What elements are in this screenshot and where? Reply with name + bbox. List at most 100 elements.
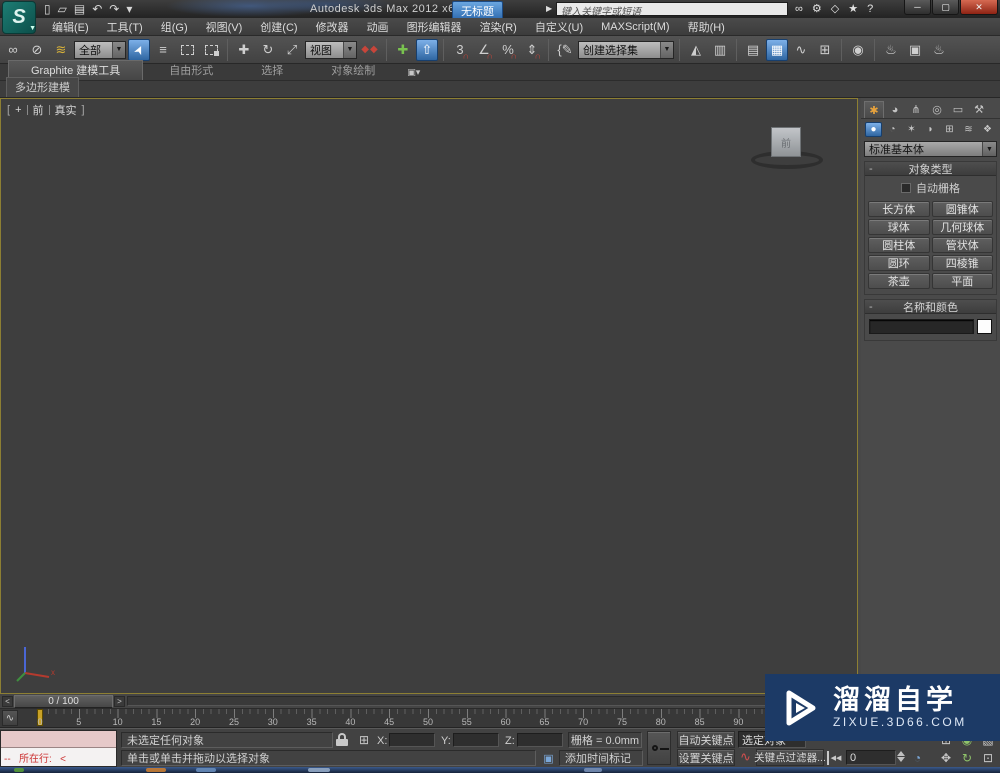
next-frame-button[interactable]: > [114, 696, 125, 707]
primitive-button-几何球体[interactable]: 几何球体 [931, 219, 993, 235]
help-icon[interactable]: ? [867, 3, 873, 15]
menu-item-5[interactable]: 修改器 [308, 18, 357, 36]
auto-key-button[interactable]: 自动关键点 [677, 731, 735, 748]
autogrid-checkbox[interactable] [901, 183, 911, 193]
pan-button[interactable]: ✥ [936, 749, 956, 766]
subtab-systems[interactable]: ❖ [979, 122, 996, 137]
viewport-menu-view[interactable]: 前 [33, 102, 44, 118]
graphite-ribbon-toggle[interactable]: ▦ [766, 38, 788, 61]
subtab-geometry[interactable]: ● [865, 121, 882, 137]
spinner-snap-toggle[interactable]: ⇕ ∩ [521, 39, 543, 61]
name-color-rollout-header[interactable]: - 名称和颜色 [865, 300, 996, 314]
primitive-button-管状体[interactable]: 管状体 [931, 237, 993, 253]
render-production-button[interactable]: ♨ [928, 39, 950, 61]
viewport-menu-shading[interactable]: 真实 [55, 102, 77, 118]
window-crossing-toggle[interactable] [200, 39, 222, 61]
time-configuration-button[interactable]: ◔ [910, 750, 925, 765]
primitive-button-圆环[interactable]: 圆环 [868, 255, 930, 271]
menu-item-0[interactable]: 编辑(E) [44, 18, 97, 36]
keyboard-override-toggle[interactable]: ⇧ [416, 38, 438, 61]
curve-editor-button[interactable]: ∿ [790, 39, 812, 61]
subtab-cameras[interactable]: ◗ [922, 122, 939, 137]
render-setup-button[interactable]: ♨ [880, 39, 902, 61]
align-button[interactable]: ▥ [709, 39, 731, 61]
tab-utilities[interactable]: ⚒ [969, 101, 989, 118]
tab-display[interactable]: ▭ [948, 101, 968, 118]
save-file-button[interactable]: ▤ [74, 2, 85, 16]
percent-snap-toggle[interactable]: % ∩ [497, 39, 519, 61]
mirror-button[interactable]: ◭ [685, 39, 707, 61]
primitive-button-圆柱体[interactable]: 圆柱体 [868, 237, 930, 253]
favorites-star-icon[interactable]: ★ [848, 2, 858, 15]
max-logo-button[interactable]: S ▼ [2, 1, 36, 34]
primitive-button-茶壶[interactable]: 茶壶 [868, 273, 930, 289]
viewport-front[interactable]: [ + 前 真实 ] 前 x [0, 98, 858, 694]
angle-snap-toggle[interactable]: ∠ ∩ [473, 39, 495, 61]
z-coordinate-field[interactable] [517, 733, 563, 747]
new-file-button[interactable]: ▯ [44, 2, 51, 16]
use-pivot-point-center-button[interactable]: ◆◆ [359, 39, 381, 61]
tab-hierarchy[interactable]: ⋔ [906, 101, 926, 118]
select-and-rotate-button[interactable]: ↻ [257, 39, 279, 61]
orbit-button[interactable]: ↻ [957, 749, 977, 766]
toolbar-options-dropdown[interactable]: ▾ [126, 2, 132, 16]
wrench-icon[interactable]: ⚙ [812, 2, 822, 15]
time-tag-icon[interactable]: ▣ [541, 751, 556, 765]
primitive-button-圆锥体[interactable]: 圆锥体 [931, 201, 993, 217]
ribbon-tab-1[interactable]: 自由形式 [147, 61, 235, 80]
bind-to-space-warp-button[interactable]: ≋ [50, 39, 72, 61]
maxscript-mini-listener[interactable]: -- 所在行: < [0, 730, 117, 767]
y-coordinate-field[interactable] [453, 733, 499, 747]
select-and-manipulate-button[interactable]: ✚ [392, 39, 414, 61]
ribbon-display-toggle[interactable]: ▣▾ [401, 67, 426, 80]
rectangular-selection-region-button[interactable] [176, 39, 198, 61]
layer-manager-button[interactable]: ▤ [742, 39, 764, 61]
frame-spinner[interactable] [897, 751, 906, 765]
maximize-viewport-toggle[interactable]: ⊡ [978, 749, 998, 766]
schematic-view-button[interactable]: ⊞ [814, 39, 836, 61]
subtab-shapes[interactable]: ◔ [884, 122, 901, 137]
unlink-selection-button[interactable]: ⊘ [26, 39, 48, 61]
viewcube-front-face[interactable]: 前 [771, 127, 801, 157]
selection-filter-dropdown[interactable]: 全部 ▼ [74, 40, 126, 59]
menu-item-4[interactable]: 创建(C) [252, 18, 305, 36]
close-button[interactable]: ✕ [960, 0, 998, 15]
go-to-start-button[interactable]: ◀◀ [827, 751, 843, 765]
search-input[interactable]: 键入关键字或短语 [556, 2, 788, 18]
edit-named-selection-sets-button[interactable]: {✎ [554, 39, 576, 61]
select-and-link-button[interactable]: ∞ [2, 39, 24, 61]
snap-3d-toggle[interactable]: 3 ∩ [449, 39, 471, 61]
select-object-button[interactable]: ➤ [128, 38, 150, 61]
tab-modify[interactable]: ◕ [885, 101, 905, 118]
primitive-category-dropdown[interactable]: 标准基本体 ▼ [864, 141, 997, 157]
set-key-button[interactable]: 设置关键点 [677, 749, 735, 766]
viewport-menu-plus[interactable]: + [15, 104, 21, 116]
menu-item-6[interactable]: 动画 [359, 18, 397, 36]
new-key-curve-icon[interactable]: ∿ [738, 749, 753, 765]
primitive-button-平面[interactable]: 平面 [931, 273, 993, 289]
previous-frame-button[interactable]: < [2, 696, 13, 707]
undo-button[interactable]: ↶ [92, 2, 102, 16]
select-and-scale-button[interactable]: ⤢ [281, 39, 303, 61]
absolute-mode-icon[interactable]: ⊞ [356, 732, 372, 747]
track-bar[interactable]: ∿ 0 5 10 15 20 25 30 35 40 45 50 55 60 65 70 75 80 85 90 [0, 709, 858, 728]
rendered-frame-window-button[interactable]: ▣ [904, 39, 926, 61]
set-keys-button[interactable] [647, 731, 671, 765]
menu-item-1[interactable]: 工具(T) [99, 18, 151, 36]
search-icon[interactable]: ∞ [795, 3, 803, 15]
menu-item-7[interactable]: 图形编辑器 [399, 18, 470, 36]
selection-lock-icon[interactable] [336, 733, 348, 746]
time-slider-track[interactable] [127, 696, 855, 706]
object-color-swatch[interactable] [977, 319, 992, 334]
menu-item-9[interactable]: 自定义(U) [527, 18, 591, 36]
menu-item-11[interactable]: 帮助(H) [680, 18, 733, 36]
minimize-button[interactable]: ─ [904, 0, 931, 15]
select-by-name-button[interactable]: ≡ [152, 39, 174, 61]
communication-center-icon[interactable]: ◇ [831, 2, 839, 15]
mini-curve-editor-button[interactable]: ∿ [2, 710, 18, 726]
open-file-button[interactable]: ▱ [58, 2, 67, 16]
macro-recorder-line[interactable] [1, 731, 116, 748]
viewcube[interactable]: 前 [745, 123, 835, 175]
maximize-button[interactable]: ▢ [932, 0, 959, 15]
primitive-button-长方体[interactable]: 长方体 [868, 201, 930, 217]
